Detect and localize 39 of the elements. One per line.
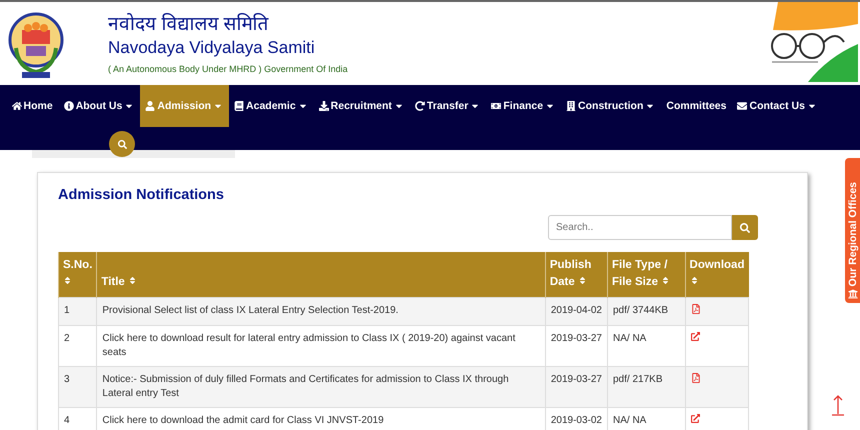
nav-item[interactable]: Transfer [409,85,486,127]
home-icon [12,101,22,111]
nav-item[interactable]: Home [6,85,58,127]
nav-item[interactable]: Recruitment [313,85,410,127]
nav-item[interactable]: About Us [58,85,140,127]
pdf-icon[interactable] [690,373,701,383]
pdf-icon[interactable] [690,304,701,314]
sort-icon [63,276,72,285]
sort-icon [578,276,587,285]
subtitle: ( An Autonomous Body Under MHRD ) Government Of India [108,64,348,74]
hindi-title: नवोदय विद्यालय समिति [108,14,270,36]
nav-item[interactable]: Committees [660,85,732,127]
table-cell: 4 [58,408,97,430]
building-icon [848,289,858,299]
site-title: Navodaya Vidyalaya Samiti [108,38,316,58]
search-button[interactable] [109,131,135,157]
table-cell: 1 [58,298,97,326]
search-icon [740,222,750,232]
section-title: Admission Notifications [58,187,225,203]
info-icon [64,101,74,111]
envelope-icon [737,101,748,111]
external-link-icon[interactable] [690,414,700,423]
nav-item[interactable]: Finance [486,85,561,127]
external-link-icon[interactable] [690,332,700,341]
building-icon [566,101,576,111]
download-icon [318,101,329,111]
nav-item[interactable]: Contact Us [732,85,822,127]
search-icon [118,140,126,148]
sort-icon [128,276,138,285]
sort-icon [661,276,670,285]
book-icon [234,101,244,111]
notice-link[interactable]: Provisional Select list of class IX Lateral Entry Selection Test-2019. [96,298,546,326]
sort-icon [690,276,699,285]
user-icon [145,101,156,111]
nav-item[interactable]: Construction [560,85,661,127]
banknote-icon [491,101,502,111]
refresh-icon [414,101,425,111]
search-field[interactable]: Search.. [548,215,732,240]
nav-item[interactable]: Academic [228,85,314,127]
